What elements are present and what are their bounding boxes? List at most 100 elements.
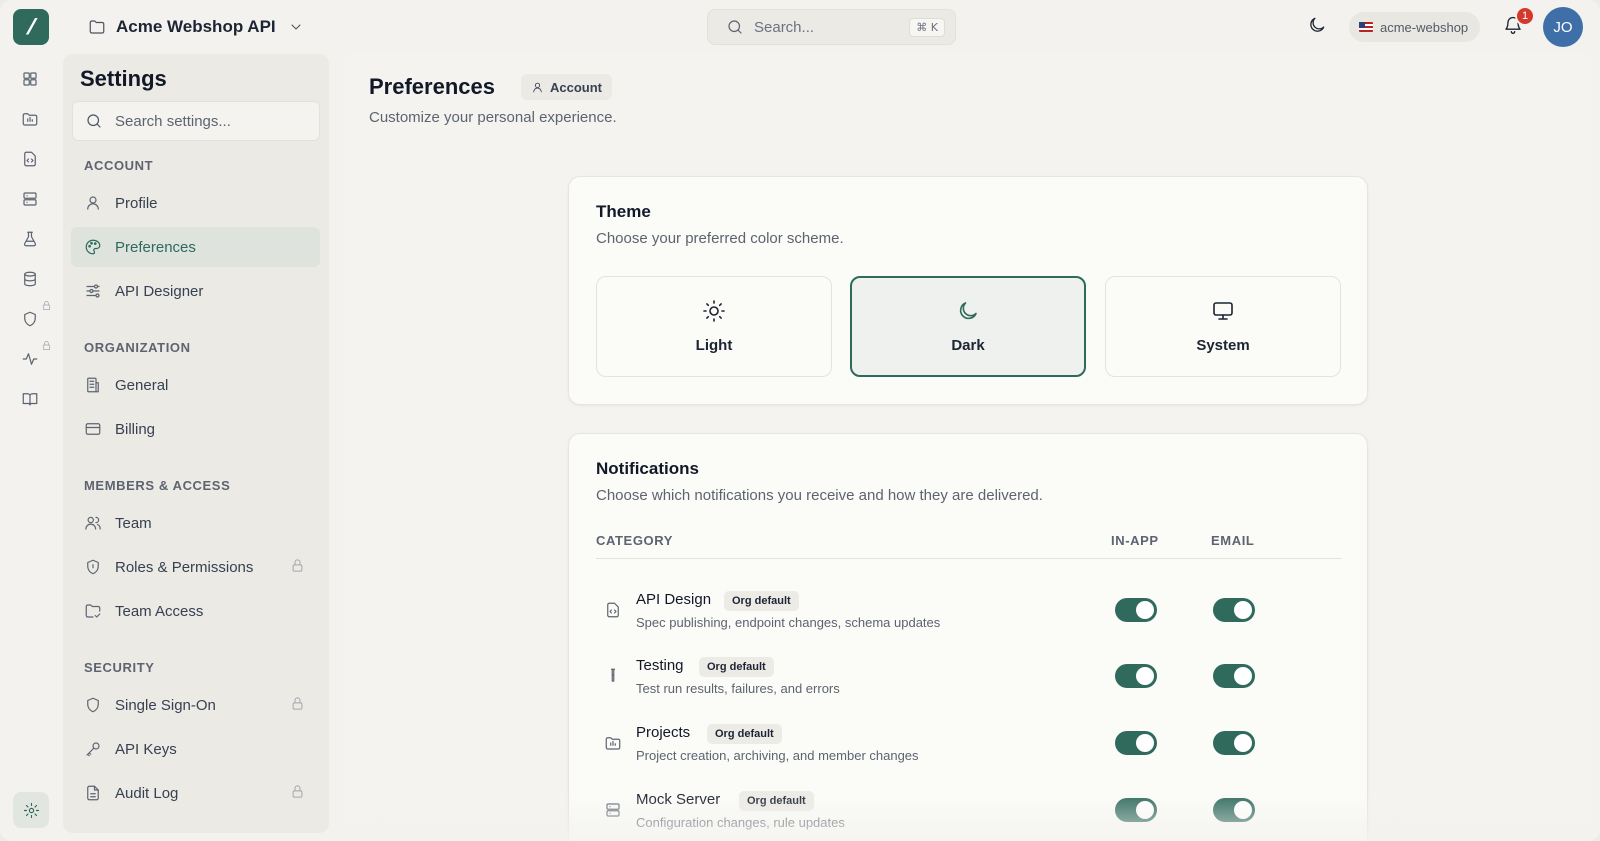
in-app-toggle[interactable] bbox=[1115, 664, 1157, 688]
sidebar-item-label: General bbox=[115, 376, 169, 394]
sidebar-item-preferences[interactable]: Preferences bbox=[71, 227, 320, 267]
lock-icon bbox=[41, 300, 52, 311]
api-design-icon bbox=[604, 601, 622, 619]
scope-badge: Account bbox=[521, 74, 612, 100]
lock-icon bbox=[41, 340, 52, 351]
row-description: Project creation, archiving, and member … bbox=[636, 748, 919, 763]
project-switcher[interactable]: Acme Webshop API bbox=[88, 14, 304, 40]
workspace-badge[interactable]: acme-webshop bbox=[1349, 12, 1481, 42]
testing-icon[interactable] bbox=[21, 230, 41, 250]
building-icon bbox=[84, 376, 102, 394]
row-description: Configuration changes, rule updates bbox=[636, 815, 845, 830]
test-tube-icon bbox=[604, 667, 622, 685]
sidebar-item-general[interactable]: General bbox=[71, 365, 320, 405]
table-row: API Design Org default Spec publishing, … bbox=[596, 585, 1342, 645]
sidebar-item-api-keys[interactable]: API Keys bbox=[71, 729, 320, 769]
us-flag-icon bbox=[1359, 22, 1373, 32]
folder-icon bbox=[88, 18, 106, 36]
shield-icon bbox=[84, 558, 102, 576]
email-toggle[interactable] bbox=[1213, 798, 1255, 822]
in-app-toggle[interactable] bbox=[1115, 731, 1157, 755]
file-text-icon bbox=[84, 784, 102, 802]
table-row: Projects Org default Project creation, a… bbox=[596, 718, 1342, 778]
user-avatar[interactable]: JO bbox=[1543, 7, 1583, 47]
projects-icon bbox=[604, 734, 622, 752]
section-label-security: SECURITY bbox=[84, 660, 155, 675]
sidebar-item-api-designer[interactable]: API Designer bbox=[71, 271, 320, 311]
sidebar-item-label: Profile bbox=[115, 194, 158, 212]
folder-check-icon bbox=[84, 602, 102, 620]
settings-search-placeholder: Search settings... bbox=[115, 112, 231, 130]
email-toggle[interactable] bbox=[1213, 731, 1255, 755]
scope-badge-label: Account bbox=[550, 79, 602, 95]
sidebar-item-label: Roles & Permissions bbox=[115, 558, 254, 576]
sidebar-item-label: Billing bbox=[115, 420, 156, 438]
row-name: Projects bbox=[636, 724, 691, 741]
settings-icon[interactable] bbox=[13, 792, 49, 828]
theme-option-light[interactable]: Light bbox=[596, 276, 832, 377]
security-icon[interactable] bbox=[21, 310, 41, 330]
section-label-members-access: MEMBERS & ACCESS bbox=[84, 478, 231, 493]
settings-sidebar: Settings Search settings... ACCOUNT Prof… bbox=[63, 54, 329, 833]
moon-icon[interactable] bbox=[1307, 15, 1327, 35]
projects-icon[interactable] bbox=[21, 110, 41, 130]
sun-icon bbox=[702, 299, 726, 323]
section-label-account: ACCOUNT bbox=[84, 158, 154, 173]
mock-server-icon[interactable] bbox=[21, 190, 41, 210]
lock-icon bbox=[290, 558, 308, 576]
sidebar-item-audit-log[interactable]: Audit Log bbox=[71, 773, 320, 813]
database-icon[interactable] bbox=[21, 270, 41, 290]
row-name: Mock Server bbox=[636, 791, 721, 808]
theme-card: Theme Choose your preferred color scheme… bbox=[568, 176, 1368, 405]
docs-icon[interactable] bbox=[21, 390, 41, 410]
theme-option-system[interactable]: System bbox=[1105, 276, 1341, 377]
sidebar-item-label: Single Sign-On bbox=[115, 696, 216, 714]
page-title: Preferences bbox=[369, 74, 495, 99]
org-default-badge: Org default bbox=[739, 791, 814, 811]
monitor-icon bbox=[1211, 299, 1235, 323]
global-search-input[interactable]: Search... ⌘ K bbox=[707, 9, 956, 45]
palette-icon bbox=[84, 238, 102, 256]
moon-icon bbox=[956, 299, 980, 323]
top-bar: / Acme Webshop API Search... ⌘ K acme-we… bbox=[0, 0, 1600, 54]
sidebar-item-team-access[interactable]: Team Access bbox=[71, 591, 320, 631]
key-icon bbox=[84, 740, 102, 758]
user-icon bbox=[84, 194, 102, 212]
api-design-icon[interactable] bbox=[21, 150, 41, 170]
email-toggle[interactable] bbox=[1213, 664, 1255, 688]
sidebar-title: Settings bbox=[80, 66, 167, 91]
dashboard-icon[interactable] bbox=[21, 70, 41, 90]
theme-option-dark[interactable]: Dark bbox=[850, 276, 1086, 377]
user-icon bbox=[531, 81, 544, 94]
row-description: Test run results, failures, and errors bbox=[636, 681, 840, 696]
shield-icon bbox=[84, 696, 102, 714]
chevron-down-icon bbox=[288, 19, 304, 35]
sidebar-item-roles-permissions[interactable]: Roles & Permissions bbox=[71, 547, 320, 587]
sliders-icon bbox=[84, 282, 102, 300]
email-toggle[interactable] bbox=[1213, 598, 1255, 622]
app-logo[interactable]: / bbox=[13, 9, 49, 45]
search-icon bbox=[726, 18, 744, 36]
lock-icon bbox=[290, 784, 308, 802]
settings-search-input[interactable]: Search settings... bbox=[72, 101, 320, 141]
sidebar-item-single-sign-on[interactable]: Single Sign-On bbox=[71, 685, 320, 725]
table-divider bbox=[596, 558, 1342, 559]
main-content: Preferences Account Customize your perso… bbox=[343, 54, 1592, 841]
icon-rail bbox=[0, 54, 62, 841]
sidebar-item-profile[interactable]: Profile bbox=[71, 183, 320, 223]
monitoring-icon[interactable] bbox=[21, 350, 41, 370]
in-app-toggle[interactable] bbox=[1115, 598, 1157, 622]
sidebar-item-label: Team bbox=[115, 514, 152, 532]
sidebar-item-label: Audit Log bbox=[115, 784, 179, 802]
org-default-badge: Org default bbox=[707, 724, 782, 744]
sidebar-item-team[interactable]: Team bbox=[71, 503, 320, 543]
search-icon bbox=[85, 112, 103, 130]
in-app-toggle[interactable] bbox=[1115, 798, 1157, 822]
row-name: API Design bbox=[636, 591, 712, 608]
notifications-card-subtitle: Choose which notifications you receive a… bbox=[596, 487, 1043, 504]
table-row: Mock Server Org default Configuration ch… bbox=[596, 785, 1342, 841]
sidebar-item-label: Preferences bbox=[115, 238, 196, 256]
org-default-badge: Org default bbox=[699, 657, 774, 677]
sidebar-item-billing[interactable]: Billing bbox=[71, 409, 320, 449]
row-name: Testing bbox=[636, 657, 684, 674]
